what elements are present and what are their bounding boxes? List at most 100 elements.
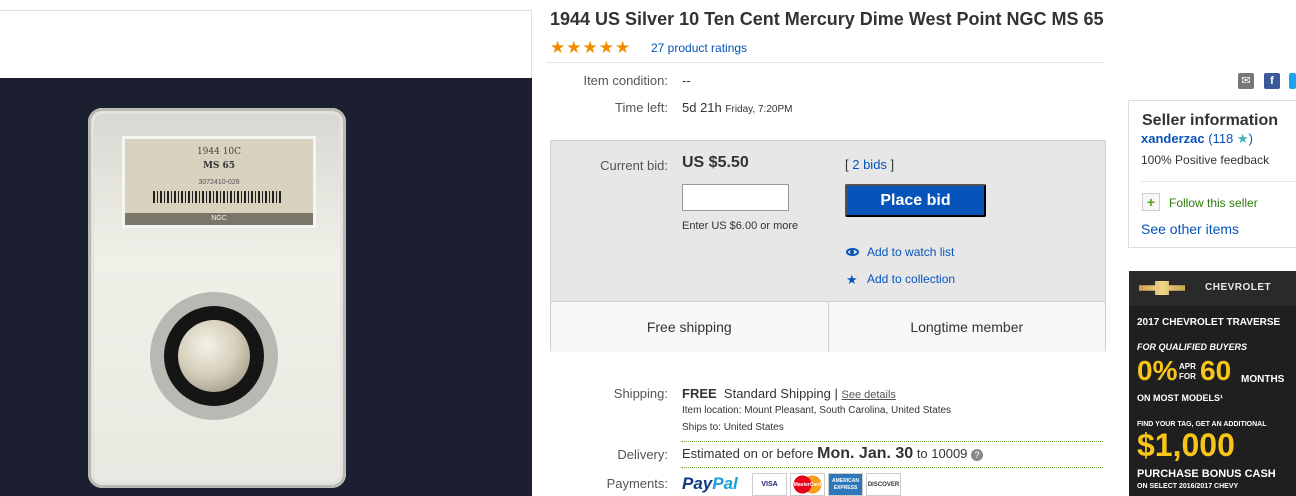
divider: [1141, 181, 1296, 182]
coin: [178, 320, 250, 392]
ad-brand: CHEVROLET: [1205, 282, 1272, 293]
time-left-label: Time left:: [615, 100, 668, 115]
facebook-share-icon[interactable]: f: [1264, 73, 1280, 89]
slab-grade: MS 65: [202, 161, 236, 171]
paypal-logo: PayPal: [682, 474, 738, 494]
ad-apr-label: APR: [1179, 362, 1196, 371]
ad-months-number: 60: [1200, 355, 1232, 386]
star-icon: ★: [550, 38, 566, 57]
shipping-free: FREE: [682, 386, 717, 401]
longtime-member-badge: Longtime member: [910, 319, 1024, 335]
item-title: 1944 US Silver 10 Ten Cent Mercury Dime …: [550, 9, 1104, 29]
bid-count-close: ]: [886, 157, 895, 172]
seller-name-link[interactable]: xanderzac: [1141, 131, 1205, 146]
ad-amount: $1,000: [1137, 427, 1235, 463]
shipping-method: Standard Shipping |: [723, 386, 838, 401]
current-bid-value: US $5.50: [682, 154, 749, 171]
ad-bonus: PURCHASE BONUS CASH: [1137, 468, 1276, 480]
ad-months: MONTHS: [1241, 374, 1285, 385]
ad-apr-small: APR FOR: [1179, 362, 1196, 382]
divider: [681, 441, 1103, 442]
chevrolet-ad[interactable]: CHEVROLET 2017 CHEVROLET TRAVERSE FOR QU…: [1129, 271, 1296, 496]
ad-for-label: FOR: [1179, 372, 1196, 381]
chevrolet-bowtie-icon: [1139, 281, 1185, 295]
ad-header: CHEVROLET: [1129, 271, 1296, 306]
item-location: Item location: Mount Pleasant, South Car…: [682, 405, 951, 416]
star-icon: ★: [566, 38, 582, 57]
time-left-end: Friday, 7:20PM: [725, 104, 793, 115]
see-details-link[interactable]: See details: [842, 389, 896, 401]
add-to-collection-link[interactable]: Add to collection: [867, 272, 955, 286]
current-bid-label: Current bid:: [600, 158, 668, 173]
ad-model: 2017 CHEVROLET TRAVERSE: [1137, 317, 1281, 328]
barcode: [153, 191, 283, 203]
bid-hint: Enter US $6.00 or more: [682, 220, 799, 232]
delivery-zip: to 10009: [916, 446, 968, 461]
follow-seller-link[interactable]: Follow this seller: [1169, 196, 1258, 210]
paypal-pay: Pay: [682, 474, 713, 493]
shipping-value: FREE Standard Shipping | See details: [682, 386, 896, 401]
payments-label: Payments:: [606, 476, 668, 491]
product-ratings-link[interactable]: 27 product ratings: [651, 41, 747, 55]
image-viewer: 1944 10C MS 65 3072410-026 NGC: [0, 10, 532, 496]
item-photo[interactable]: 1944 10C MS 65 3072410-026 NGC: [0, 78, 532, 496]
see-other-items-link[interactable]: See other items: [1141, 221, 1239, 237]
item-location-value: Mount Pleasant, South Carolina, United S…: [744, 405, 952, 416]
star-icon: ★: [846, 272, 858, 287]
coin-ring: [164, 306, 264, 406]
shipping-label: Shipping:: [613, 386, 668, 401]
ships-to-label: Ships to:: [682, 422, 721, 433]
bid-box: Current bid: US $5.50 [ 2 bids ] Enter U…: [550, 140, 1106, 352]
paypal-pal: Pal: [712, 474, 738, 493]
plus-icon[interactable]: +: [1142, 193, 1160, 211]
ships-to: Ships to: United States: [682, 422, 784, 433]
positive-feedback: 100% Positive feedback: [1141, 153, 1270, 167]
condition-value: --: [682, 73, 691, 88]
ad-select: ON SELECT 2016/2017 CHEVY: [1137, 483, 1239, 490]
star-icon: ★: [615, 38, 631, 57]
divider: [681, 467, 1103, 468]
discover-logo: DISCOVER: [866, 473, 901, 496]
amex-logo: AMERICAN EXPRESS: [828, 473, 863, 496]
coin-holder: [150, 292, 278, 420]
slab-line1: 1944 10C: [196, 147, 242, 157]
slab-cert: 3072410-026: [198, 179, 240, 186]
free-shipping-badge: Free shipping: [551, 302, 829, 352]
item-location-label: Item location:: [682, 405, 742, 416]
help-icon[interactable]: ?: [971, 448, 984, 461]
condition-label: Item condition:: [583, 73, 668, 88]
bid-count: [ 2 bids ]: [845, 157, 894, 172]
email-share-icon[interactable]: ✉: [1238, 73, 1254, 89]
ad-apr-rate: 0%: [1137, 355, 1178, 386]
bid-amount-input[interactable]: [682, 184, 789, 211]
coin-slab: 1944 10C MS 65 3072410-026 NGC: [88, 108, 346, 488]
visa-logo: VISA: [752, 473, 787, 496]
slab-label: 1944 10C MS 65 3072410-026 NGC: [122, 136, 316, 228]
feedback-score-value: (118: [1208, 131, 1234, 146]
divider: [546, 62, 1104, 63]
mastercard-logo: MasterCard: [790, 473, 825, 496]
ad-qualified: FOR QUALIFIED BUYERS: [1137, 342, 1248, 352]
delivery-pre: Estimated on or before: [682, 446, 814, 461]
star-icon: ★: [582, 38, 598, 57]
delivery-label: Delivery:: [617, 447, 668, 462]
rating-stars[interactable]: ★ ★ ★ ★ ★: [550, 39, 630, 56]
delivery-value: Estimated on or before Mon. Jan. 30 to 1…: [682, 445, 984, 463]
seller-name-row: xanderzac (118 ★): [1141, 131, 1253, 147]
time-left-duration: 5d 21h: [682, 100, 722, 115]
star-icon: ★: [1236, 131, 1249, 146]
place-bid-button[interactable]: Place bid: [845, 184, 986, 217]
delivery-date: Mon. Jan. 30: [817, 445, 914, 462]
seller-info-box: Seller information xanderzac (118 ★) 100…: [1128, 100, 1296, 248]
twitter-share-icon[interactable]: [1289, 73, 1296, 89]
bids-link[interactable]: 2 bids: [852, 157, 887, 172]
ad-most-models: ON MOST MODELS¹: [1137, 393, 1223, 403]
eye-icon: [846, 248, 859, 256]
time-left-value: 5d 21h Friday, 7:20PM: [682, 100, 792, 115]
add-to-watch-list-link[interactable]: Add to watch list: [867, 245, 954, 259]
bid-badges: Free shipping Longtime member: [551, 301, 1105, 352]
star-icon: ★: [598, 38, 614, 57]
feedback-score[interactable]: (118 ★): [1208, 131, 1253, 146]
slab-brand: NGC: [125, 213, 313, 225]
seller-info-title: Seller information: [1142, 112, 1279, 129]
